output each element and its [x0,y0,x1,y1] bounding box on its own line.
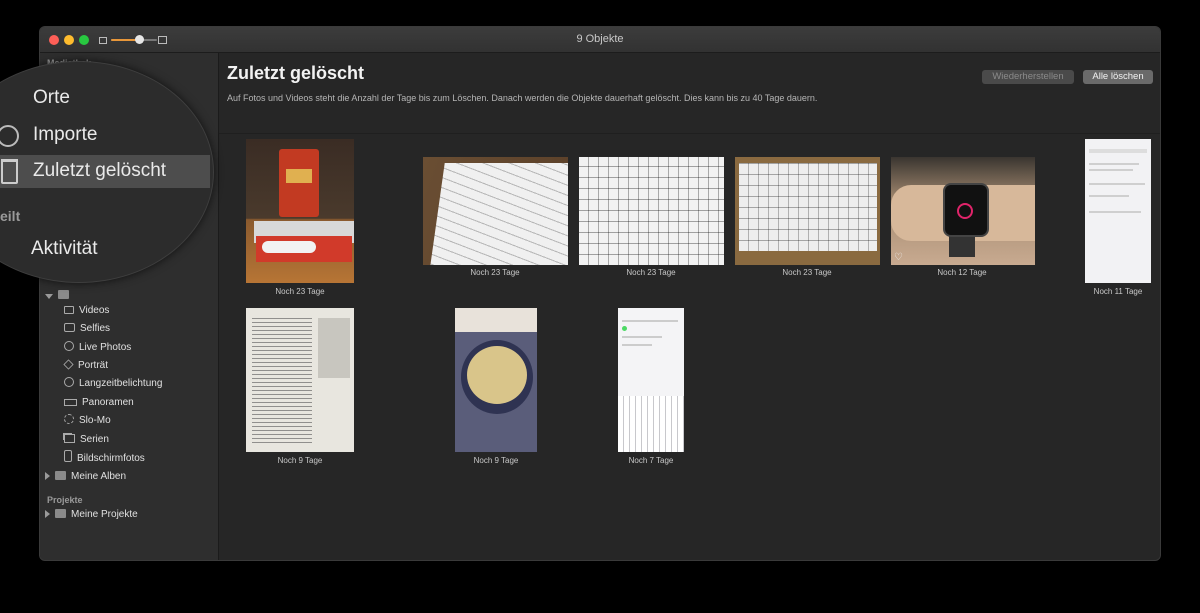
sidebar-item-label: Porträt [78,360,109,371]
disclosure-right-icon[interactable] [45,472,50,480]
photo-detail [943,183,989,237]
photo-caption: Noch 23 Tage [782,268,832,277]
page-title: Zuletzt gelöscht [227,63,365,83]
divider [219,133,1160,134]
sidebar-item-label: Videos [79,305,110,316]
sidebar-media-types-folder[interactable] [45,288,74,304]
sidebar-item-selfies[interactable]: Selfies [64,321,110,337]
photo-detail [957,203,973,219]
sidebar-item-portraet[interactable]: Porträt [63,358,109,374]
photo-thumbnail[interactable] [455,308,537,452]
sidebar-item-label: Panoramen [82,397,134,408]
photo-detail [1089,163,1139,165]
photo-detail [467,346,527,404]
page-description: Auf Fotos und Videos steht die Anzahl de… [227,93,818,103]
photo-caption: Noch 9 Tage [473,456,519,465]
sidebar-item-langzeitbelichtung[interactable]: Langzeitbelichtung [64,376,162,392]
video-icon [64,306,74,314]
photo-detail [252,316,312,446]
sidebar-item-label: Bildschirmfotos [77,453,145,464]
sidebar-item-slo-mo[interactable]: Slo-Mo [64,413,111,429]
photo-caption: Noch 9 Tage [277,456,323,465]
sidebar-magnifier: Orte Importe Zuletzt gelöscht eilt Aktiv… [0,62,213,282]
sidebar-item-label: Live Photos [79,342,132,353]
trash-icon [1,159,18,184]
photo-caption: Noch 11 Tage [1093,287,1143,296]
burst-icon [64,434,75,443]
sidebar-item-videos[interactable]: Videos [64,303,109,319]
main-content: Zuletzt gelöscht Auf Fotos und Videos st… [219,53,1160,560]
disclosure-down-icon[interactable] [45,294,53,299]
photo-thumbnail[interactable] [618,308,684,452]
photo-caption: Noch 23 Tage [275,287,325,296]
sidebar-item-label: Serien [80,434,109,445]
magnified-sidebar-item-zuletzt-geloescht[interactable]: Zuletzt gelöscht [33,160,166,182]
photo-detail [622,344,652,346]
photo-caption: Noch 7 Tage [628,456,674,465]
photo-thumbnail[interactable] [246,308,354,452]
photo-detail [622,320,678,322]
photo-detail [1089,149,1147,153]
sidebar-item-label: Langzeitbelichtung [79,378,163,389]
photo-caption: Noch 12 Tage [937,268,987,277]
window-title: 9 Objekte [576,33,624,45]
photo-detail [455,308,537,332]
photo-detail [1089,183,1145,185]
photo-detail [618,396,684,452]
sidebar-section-projekte: Projekte [47,495,83,505]
photo-thumbnail[interactable]: ♡ [891,157,1035,265]
portrait-cube-icon [63,359,74,370]
photo-detail [318,318,350,378]
magnified-section-shared: eilt [0,208,21,224]
photo-detail [1089,195,1129,197]
sidebar-item-label: Slo-Mo [79,415,111,426]
photo-thumbnail[interactable] [735,157,880,265]
photo-thumbnail[interactable] [579,157,724,265]
photo-thumbnail[interactable] [423,157,568,265]
sidebar-item-serien[interactable]: Serien [64,432,109,448]
sidebar-item-label: Selfies [80,323,111,334]
folder-icon [55,509,66,518]
magnified-sidebar-item-importe[interactable]: Importe [33,124,97,146]
sidebar-item-meine-projekte[interactable]: Meine Projekte [45,507,138,523]
photo-detail [1089,211,1141,213]
sidebar-item-label: Meine Alben [71,471,127,482]
photo-caption: Noch 23 Tage [470,268,520,277]
photo-detail [579,157,724,265]
photo-detail [622,326,627,331]
title-bar: 9 Objekte [40,27,1160,53]
sidebar-item-live-photos[interactable]: Live Photos [64,340,131,356]
slomo-icon [64,414,74,424]
photo-detail [279,149,319,217]
disclosure-right-icon[interactable] [45,510,50,518]
photo-detail [739,163,877,251]
selfie-camera-icon [64,323,75,332]
sidebar-item-bildschirmfotos[interactable]: Bildschirmfotos [64,450,145,466]
folder-icon [55,471,66,480]
import-clock-icon [0,125,19,147]
photo-thumbnail[interactable] [246,139,354,283]
screenshot-icon [64,450,72,462]
live-photo-icon [64,341,74,351]
photo-detail [286,169,312,183]
favorite-heart-icon[interactable]: ♡ [894,252,903,263]
photo-detail [1089,169,1133,171]
photo-detail [622,336,662,338]
long-exposure-icon [64,377,74,387]
sidebar-item-panoramen[interactable]: Panoramen [64,395,134,411]
photo-thumbnail[interactable] [1085,139,1151,283]
photo-detail [262,241,316,253]
folder-icon [58,290,69,299]
magnified-sidebar-item-orte[interactable]: Orte [33,87,70,109]
sidebar-item-meine-alben[interactable]: Meine Alben [45,469,126,485]
magnified-sidebar-item-aktivitaet[interactable]: Aktivität [31,238,98,260]
magnifier-content: Orte Importe Zuletzt gelöscht eilt Aktiv… [0,62,213,282]
photo-caption: Noch 23 Tage [626,268,676,277]
panorama-icon [64,399,77,406]
photo-detail [429,163,568,265]
delete-all-button[interactable]: Alle löschen [1083,70,1153,84]
sidebar-item-label: Meine Projekte [71,509,138,520]
restore-button[interactable]: Wiederherstellen [982,70,1074,84]
